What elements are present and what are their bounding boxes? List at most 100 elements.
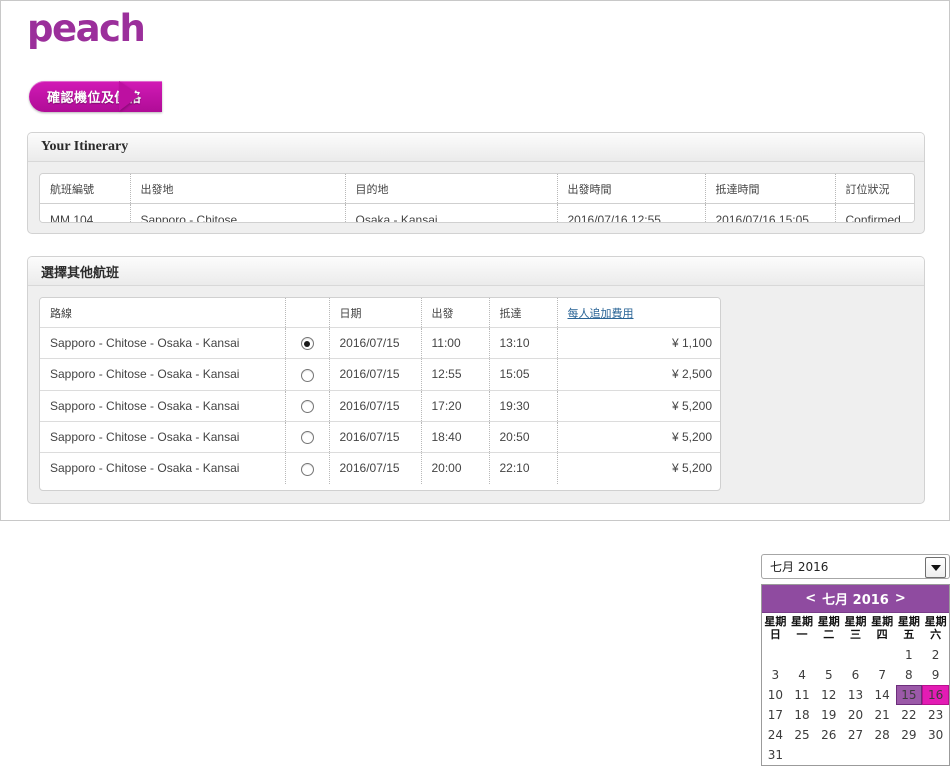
calendar-week-row: 3456789 — [762, 665, 949, 685]
calendar-grid: 星期日星期一星期二星期三星期四星期五星期六 1 2 3 4 5 6 7 8 9 10 11 12 13 1… — [762, 613, 949, 765]
radio-icon[interactable] — [300, 462, 314, 476]
cell-arrival-time: 2016/07/16 15:05 — [704, 203, 835, 222]
flight-radio-cell[interactable] — [284, 390, 329, 422]
calendar-day-30[interactable]: 30 — [922, 725, 949, 745]
table-row[interactable]: Sapporo - Chitose - Osaka - Kansai 2016/0… — [40, 327, 720, 360]
other-flights-body: Sapporo - Chitose - Osaka - Kansai 2016/0… — [40, 327, 720, 484]
confirm-seat-price-button[interactable]: 確認機位及價格 — [29, 81, 162, 112]
cell-arrive: 20:50 — [488, 421, 557, 454]
calendar-week-row: 17 18 19 20 21 22 23 — [762, 705, 949, 725]
calendar-day-6[interactable]: 6 — [842, 665, 869, 685]
radio-icon[interactable] — [300, 368, 314, 382]
cell-fee: ¥ 5,200 — [556, 421, 720, 454]
itinerary-card: 航班編號 出發地 目的地 出發時間 抵達時間 訂位狀況 MM 104 Sappo… — [39, 173, 915, 223]
calendar-day-2[interactable]: 2 — [922, 645, 949, 665]
itinerary-panel: Your Itinerary 航班編號 出發地 目的地 出發時間 抵達時間 訂位… — [27, 132, 925, 234]
calendar-day-8[interactable]: 8 — [896, 665, 923, 685]
calendar-day-13[interactable]: 13 — [842, 685, 869, 705]
calendar-weekday: 星期二 — [817, 615, 840, 641]
flight-radio-cell[interactable] — [284, 358, 329, 391]
cell-route: Sapporo - Chitose - Osaka - Kansai — [40, 390, 285, 422]
cell-origin: Sapporo - Chitose — [129, 203, 345, 222]
cell-date: 2016/07/15 — [328, 327, 421, 360]
calendar-day-5[interactable]: 5 — [815, 665, 842, 685]
calendar-day-14[interactable]: 14 — [869, 685, 896, 705]
calendar-day-20[interactable]: 20 — [842, 705, 869, 725]
calendar-day-12[interactable]: 12 — [815, 685, 842, 705]
calendar-month-label: 七月 2016 — [822, 593, 889, 608]
calendar-empty-cell — [762, 645, 789, 665]
cell-arrive: 22:10 — [488, 452, 557, 484]
col-flight-no: 航班編號 — [40, 174, 130, 204]
calendar-day-25[interactable]: 25 — [789, 725, 816, 745]
cell-arrive: 13:10 — [488, 327, 557, 360]
calendar-day-10[interactable]: 10 — [762, 685, 789, 705]
col-select — [284, 298, 329, 328]
calendar-day-29[interactable]: 29 — [896, 725, 923, 745]
calendar-weekday: 星期一 — [791, 615, 814, 641]
col-arrive: 抵達 — [488, 298, 557, 328]
calendar-day-3[interactable]: 3 — [762, 665, 789, 685]
calendar-day-22[interactable]: 22 — [896, 705, 923, 725]
col-depart: 出發 — [420, 298, 489, 328]
col-arrival-time: 抵達時間 — [704, 174, 835, 204]
calendar-week-row: 12 — [762, 645, 949, 665]
calendar-day-19[interactable]: 19 — [815, 705, 842, 725]
calendar-day-21[interactable]: 21 — [869, 705, 896, 725]
next-month-button[interactable]: > — [895, 591, 906, 606]
cell-destination: Osaka - Kansai — [344, 203, 557, 222]
calendar-day-15[interactable]: 15 — [895, 685, 923, 705]
cell-departure-time: 2016/07/16 12:55 — [556, 203, 705, 222]
calendar-day-17[interactable]: 17 — [762, 705, 789, 725]
radio-icon[interactable] — [300, 337, 314, 351]
table-row[interactable]: Sapporo - Chitose - Osaka - Kansai 2016/0… — [40, 358, 720, 391]
table-row[interactable]: Sapporo - Chitose - Osaka - Kansai 2016/0… — [40, 421, 720, 454]
calendar-widget: 七月 2016 < 七月 2016 > 星期日星期一星期二星期三星期四星期五星期… — [761, 554, 950, 766]
table-row[interactable]: Sapporo - Chitose - Osaka - Kansai 2016/0… — [40, 390, 720, 422]
calendar-day-4[interactable]: 4 — [789, 665, 816, 685]
chevron-down-icon[interactable] — [925, 557, 946, 578]
calendar-week-row: 24 25 26 27 28 29 30 — [762, 725, 949, 745]
per-person-fee-link[interactable]: 每人追加費用 — [568, 307, 634, 320]
calendar-day-24[interactable]: 24 — [762, 725, 789, 745]
cell-depart: 12:55 — [420, 358, 489, 391]
col-route: 路線 — [40, 298, 285, 328]
calendar-day-27[interactable]: 27 — [842, 725, 869, 745]
other-flights-table: 路線 日期 出發 抵達 每人追加費用 Sapporo - Chitose - O… — [40, 298, 720, 484]
calendar-day-7[interactable]: 7 — [869, 665, 896, 685]
cell-fee: ¥ 2,500 — [556, 358, 720, 391]
calendar-day-23[interactable]: 23 — [922, 705, 949, 725]
calendar-day-1[interactable]: 1 — [896, 645, 923, 665]
calendar-day-26[interactable]: 26 — [815, 725, 842, 745]
calendar-day-28[interactable]: 28 — [869, 725, 896, 745]
cell-fee: ¥ 5,200 — [556, 390, 720, 422]
calendar-weekday: 星期六 — [924, 615, 947, 641]
calendar-weekday: 星期五 — [897, 615, 920, 641]
calendar-empty-cell — [815, 745, 842, 765]
calendar-day-11[interactable]: 11 — [789, 685, 816, 705]
calendar-day-18[interactable]: 18 — [789, 705, 816, 725]
cell-depart: 17:20 — [420, 390, 489, 422]
calendar-empty-cell — [896, 745, 923, 765]
col-booking-status: 訂位狀況 — [834, 174, 914, 204]
calendar-day-31[interactable]: 31 — [762, 745, 789, 765]
prev-month-button[interactable]: < — [805, 591, 816, 606]
calendar-day-16[interactable]: 16 — [922, 685, 949, 705]
radio-icon[interactable] — [300, 431, 314, 445]
calendar-weeks: 1 2 3 4 5 6 7 8 9 10 11 12 13 14 15 16 17 18 19 20 21 22 23 24 2… — [762, 645, 949, 765]
calendar-weekday: 星期日 — [764, 615, 787, 641]
table-row[interactable]: Sapporo - Chitose - Osaka - Kansai 2016/0… — [40, 452, 720, 484]
month-select[interactable]: 七月 2016 — [761, 554, 950, 579]
calendar-day-9[interactable]: 9 — [922, 665, 949, 685]
flight-radio-cell[interactable] — [284, 421, 329, 454]
cell-date: 2016/07/15 — [328, 452, 421, 484]
calendar-week-row: 31 — [762, 745, 949, 765]
cell-depart: 11:00 — [420, 327, 489, 360]
other-flights-panel-header: 選擇其他航班 — [28, 257, 924, 286]
calendar-weekday-row: 星期日星期一星期二星期三星期四星期五星期六 — [762, 613, 949, 645]
flight-radio-cell[interactable] — [284, 452, 329, 484]
cell-arrive: 15:05 — [488, 358, 557, 391]
flight-radio-cell[interactable] — [284, 327, 329, 360]
radio-icon[interactable] — [300, 399, 314, 413]
cell-date: 2016/07/15 — [328, 358, 421, 391]
